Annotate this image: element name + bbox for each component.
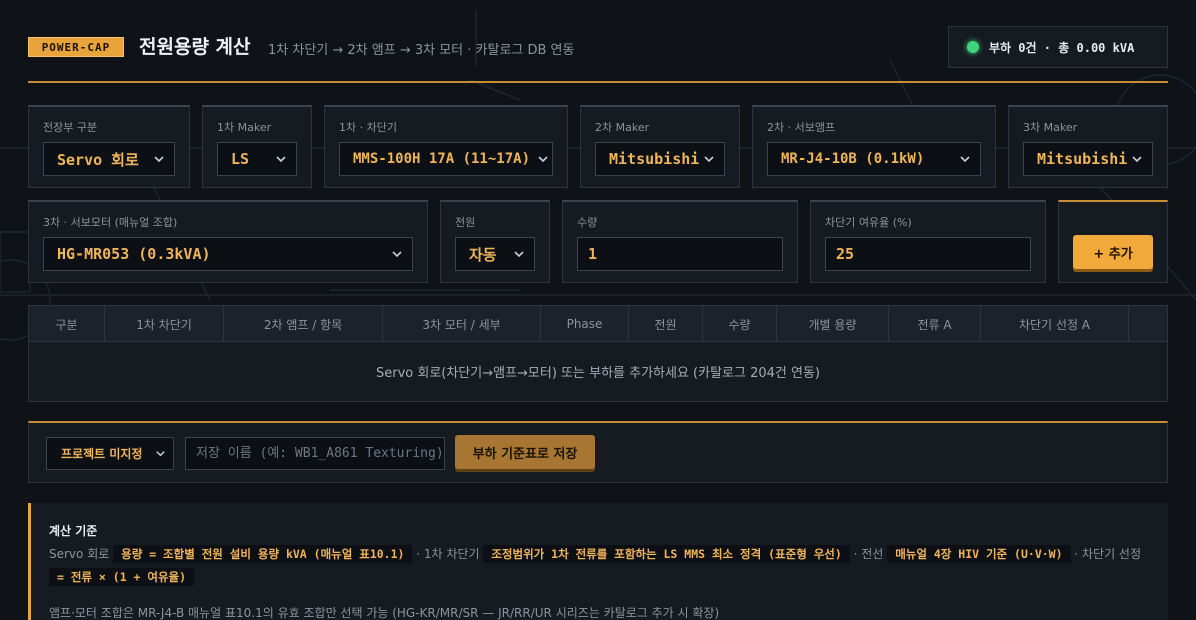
margin-label: 차단기 여유율 (%) xyxy=(825,216,912,229)
qty-value: 1 xyxy=(588,245,598,263)
col-header: 차단기 선정 A xyxy=(981,306,1129,342)
project-select[interactable]: 프로젝트 미지정 xyxy=(46,437,174,470)
panel-type-value: Servo 회로 xyxy=(57,150,139,169)
save-to-table-button[interactable]: 부하 기준표로 저장 xyxy=(455,435,595,469)
col-header xyxy=(1129,306,1167,342)
add-card: + 추가 xyxy=(1058,200,1168,283)
save-name-input[interactable] xyxy=(185,437,445,470)
chevron-down-icon xyxy=(276,156,286,163)
app-root: POWER-CAP 전원용량 계산 1차 차단기 → 2차 앰프 → 3차 모터… xyxy=(0,0,1196,620)
col-header: 전원 xyxy=(629,306,703,342)
chevron-down-icon xyxy=(154,156,164,163)
col-header: 구분 xyxy=(29,306,105,342)
col-header: 3차 모터 / 세부 xyxy=(383,306,541,342)
breaker1-label: 1차 · 차단기 xyxy=(339,121,397,134)
col-header: 전류 A xyxy=(889,306,981,342)
status-dot-icon xyxy=(967,41,979,53)
chevron-down-icon xyxy=(392,251,402,258)
power-select[interactable]: 자동 xyxy=(455,237,535,271)
basis-code: = 전류 × (1 + 여유율) xyxy=(49,568,195,586)
col-header: Phase xyxy=(541,306,629,342)
basis-text: · 차단기 선정 xyxy=(1074,547,1142,561)
maker2-card: 2차 Maker Mitsubishi xyxy=(580,105,740,188)
basis-text: · 1차 차단기 xyxy=(416,547,480,561)
maker2-value: Mitsubishi xyxy=(609,150,700,168)
page-title: 전원용량 계산 xyxy=(139,36,251,58)
amp2-card: 2차 · 서보앰프 MR-J4-10B (0.1kW) xyxy=(752,105,996,188)
panel-type-label: 전장부 구분 xyxy=(43,121,98,134)
margin-input[interactable]: 25 xyxy=(825,237,1031,271)
amp2-value: MR-J4-10B (0.1kW) xyxy=(781,151,925,167)
motor3-value: HG-MR053 (0.3kVA) xyxy=(57,245,211,263)
chevron-down-icon xyxy=(514,251,524,258)
chevron-down-icon xyxy=(538,156,548,163)
table-header: 구분 1차 차단기 2차 앰프 / 항목 3차 모터 / 세부 Phase 전원… xyxy=(29,306,1167,342)
page-subtitle: 1차 차단기 → 2차 앰프 → 3차 모터 · 카탈로그 DB 연동 xyxy=(268,43,575,58)
margin-value: 25 xyxy=(836,245,855,263)
header-divider xyxy=(28,81,1168,83)
breaker1-value: MMS-100H 17A (11~17A) xyxy=(353,151,531,167)
panel-type-card: 전장부 구분 Servo 회로 xyxy=(28,105,190,188)
qty-label: 수량 xyxy=(577,216,598,229)
power-label: 전원 xyxy=(455,216,476,229)
maker2-label: 2차 Maker xyxy=(595,121,650,134)
chevron-down-icon xyxy=(960,156,970,163)
chevron-down-icon xyxy=(156,451,165,457)
maker2-select[interactable]: Mitsubishi xyxy=(595,142,725,176)
maker1-card: 1차 Maker LS xyxy=(202,105,312,188)
load-table: 구분 1차 차단기 2차 앰프 / 항목 3차 모터 / 세부 Phase 전원… xyxy=(28,305,1168,402)
qty-input[interactable]: 1 xyxy=(577,237,783,271)
motor3-select[interactable]: HG-MR053 (0.3kVA) xyxy=(43,237,413,271)
basis-note: 앰프·모터 조합은 MR-J4-B 매뉴얼 표10.1의 유효 조합만 선택 가… xyxy=(49,606,720,620)
chevron-down-icon xyxy=(1132,156,1142,163)
col-header: 1차 차단기 xyxy=(105,306,224,342)
basis-code: 용량 = 조합별 전원 설비 용량 kVA (매뉴얼 표10.1) xyxy=(113,545,413,563)
table-empty-message: Servo 회로(차단기→앰프→모터) 또는 부하를 추가하세요 (카탈로그 2… xyxy=(375,366,820,381)
breaker1-card: 1차 · 차단기 MMS-100H 17A (11~17A) xyxy=(324,105,568,188)
calculation-basis-panel: 계산 기준 Servo 회로 용량 = 조합별 전원 설비 용량 kVA (매뉴… xyxy=(28,503,1168,620)
power-card: 전원 자동 xyxy=(440,200,550,283)
basis-code: 조정범위가 1차 전류를 포함하는 LS MMS 최소 정격 (표준형 우선) xyxy=(483,545,850,563)
amp2-label: 2차 · 서보앰프 xyxy=(767,121,836,134)
col-header: 개별 용량 xyxy=(777,306,889,342)
motor3-card: 3차 · 서보모터 (매뉴얼 조합) HG-MR053 (0.3kVA) xyxy=(28,200,428,283)
load-status-text: 부하 0건 · 총 0.00 kVA xyxy=(989,40,1135,55)
breaker1-select[interactable]: MMS-100H 17A (11~17A) xyxy=(339,142,553,176)
save-bar: 프로젝트 미지정 부하 기준표로 저장 xyxy=(28,421,1168,483)
maker1-label: 1차 Maker xyxy=(217,121,272,134)
power-value: 자동 xyxy=(469,245,497,264)
app-badge: POWER-CAP xyxy=(28,37,124,57)
basis-code: 매뉴얼 4장 HIV 기준 (U·V·W) xyxy=(887,545,1071,563)
basis-text: Servo 회로 xyxy=(49,547,110,561)
col-header: 2차 앰프 / 항목 xyxy=(224,306,383,342)
margin-card: 차단기 여유율 (%) 25 xyxy=(810,200,1046,283)
basis-text: · 전선 xyxy=(853,547,884,561)
basis-title: 계산 기준 xyxy=(49,524,98,538)
chevron-down-icon xyxy=(704,156,714,163)
maker3-label: 3차 Maker xyxy=(1023,121,1078,134)
qty-card: 수량 1 xyxy=(562,200,798,283)
maker1-select[interactable]: LS xyxy=(217,142,297,176)
motor3-label: 3차 · 서보모터 (매뉴얼 조합) xyxy=(43,216,178,229)
project-value: 프로젝트 미지정 xyxy=(61,447,143,461)
maker3-card: 3차 Maker Mitsubishi xyxy=(1008,105,1168,188)
add-load-button[interactable]: + 추가 xyxy=(1073,235,1153,269)
col-header: 수량 xyxy=(703,306,777,342)
maker1-value: LS xyxy=(231,150,250,168)
maker3-value: Mitsubishi xyxy=(1037,150,1128,168)
amp2-select[interactable]: MR-J4-10B (0.1kW) xyxy=(767,142,981,176)
load-status-box: 부하 0건 · 총 0.00 kVA xyxy=(948,26,1168,68)
panel-type-select[interactable]: Servo 회로 xyxy=(43,142,175,176)
maker3-select[interactable]: Mitsubishi xyxy=(1023,142,1153,176)
basis-rules: Servo 회로 용량 = 조합별 전원 설비 용량 kVA (매뉴얼 표10.… xyxy=(49,543,1159,589)
